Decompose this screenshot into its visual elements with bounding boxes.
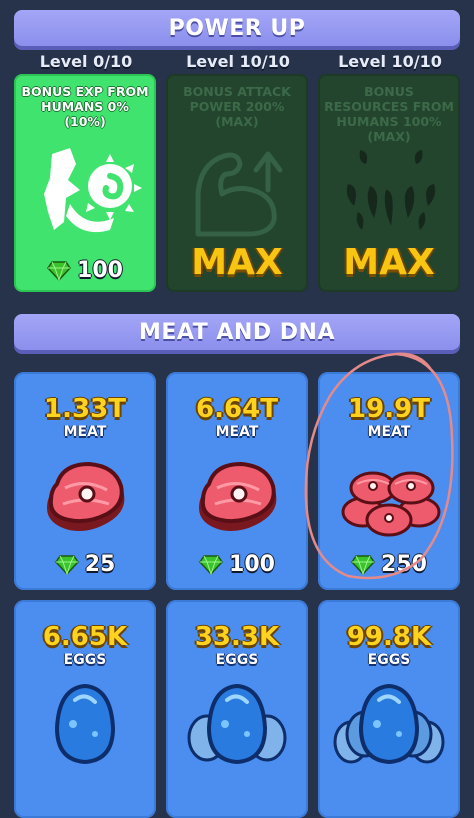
egg-pack-medium-card[interactable]: 33.3K EGGS [166, 600, 308, 818]
level-label-attack-power: Level 10/10 [186, 52, 290, 71]
steak-icon [47, 461, 125, 531]
cost-value: 100 [229, 552, 275, 577]
bonus-attack-card: BONUS ATTACK POWER 200% (MAX) MAX [166, 74, 308, 292]
gem-icon [47, 260, 71, 281]
meat-pack-small-cost[interactable]: 25 [14, 552, 156, 577]
egg-cluster-icon [187, 683, 287, 765]
bonus-resources-card: BONUS RESOURCES FROM HUMANS 100% (MAX) M… [318, 74, 460, 292]
meat-amount: 19.9T [348, 394, 430, 424]
egg-amount: 33.3K [194, 622, 280, 652]
meat-pack-medium-cost[interactable]: 100 [166, 552, 308, 577]
meat-pack-small-card[interactable]: 1.33T MEAT 25 [14, 372, 156, 590]
max-label-resources: MAX [343, 242, 435, 283]
meat-unit-label: MEAT [215, 424, 259, 440]
meat-amount: 1.33T [44, 394, 126, 424]
exp-scroll-icon [44, 148, 142, 233]
bonus-exp-card[interactable]: BONUS EXP FROM HUMANS 0% (10%) 100 [14, 74, 156, 292]
egg-unit-label: EGGS [63, 652, 107, 668]
meat-pack-large-card[interactable]: 19.9T MEAT 250 [318, 372, 460, 590]
meat-amount: 6.64T [196, 394, 278, 424]
max-label-attack: MAX [191, 242, 283, 283]
egg-pack-large-card[interactable]: 99.8K EGGS [318, 600, 460, 818]
fangs-icon [346, 150, 436, 230]
bonus-attack-title: BONUS ATTACK POWER 200% (MAX) [183, 84, 291, 129]
gem-icon [199, 554, 223, 575]
bonus-exp-cost[interactable]: 100 [16, 258, 154, 283]
egg-pack-small-card[interactable]: 6.65K EGGS [14, 600, 156, 818]
gem-icon [54, 554, 79, 575]
egg-unit-label: EGGS [215, 652, 259, 668]
cost-value: 250 [381, 552, 427, 577]
flexed-arm-icon [195, 151, 283, 237]
gem-icon [351, 554, 375, 575]
meat-unit-label: MEAT [63, 424, 107, 440]
bonus-exp-title: BONUS EXP FROM HUMANS 0% (10%) [21, 84, 149, 129]
egg-amount: 6.65K [42, 622, 128, 652]
meat-pack-medium-card[interactable]: 6.64T MEAT 100 [166, 372, 308, 590]
power-up-header: POWER UP [14, 10, 460, 46]
egg-amount: 99.8K [346, 622, 432, 652]
level-label-bonus-exp: Level 0/10 [39, 52, 133, 71]
cost-value: 25 [84, 552, 116, 577]
egg-pile-icon [333, 683, 445, 765]
meat-and-dna-header: MEAT AND DNA [14, 314, 460, 350]
egg-icon [54, 683, 116, 765]
meat-pack-large-cost[interactable]: 250 [318, 552, 460, 577]
level-label-resources: Level 10/10 [338, 52, 442, 71]
meat-unit-label: MEAT [367, 424, 411, 440]
steak-pile-icon [341, 471, 441, 537]
egg-unit-label: EGGS [367, 652, 411, 668]
steak-icon [199, 461, 277, 531]
cost-value: 100 [77, 258, 123, 283]
